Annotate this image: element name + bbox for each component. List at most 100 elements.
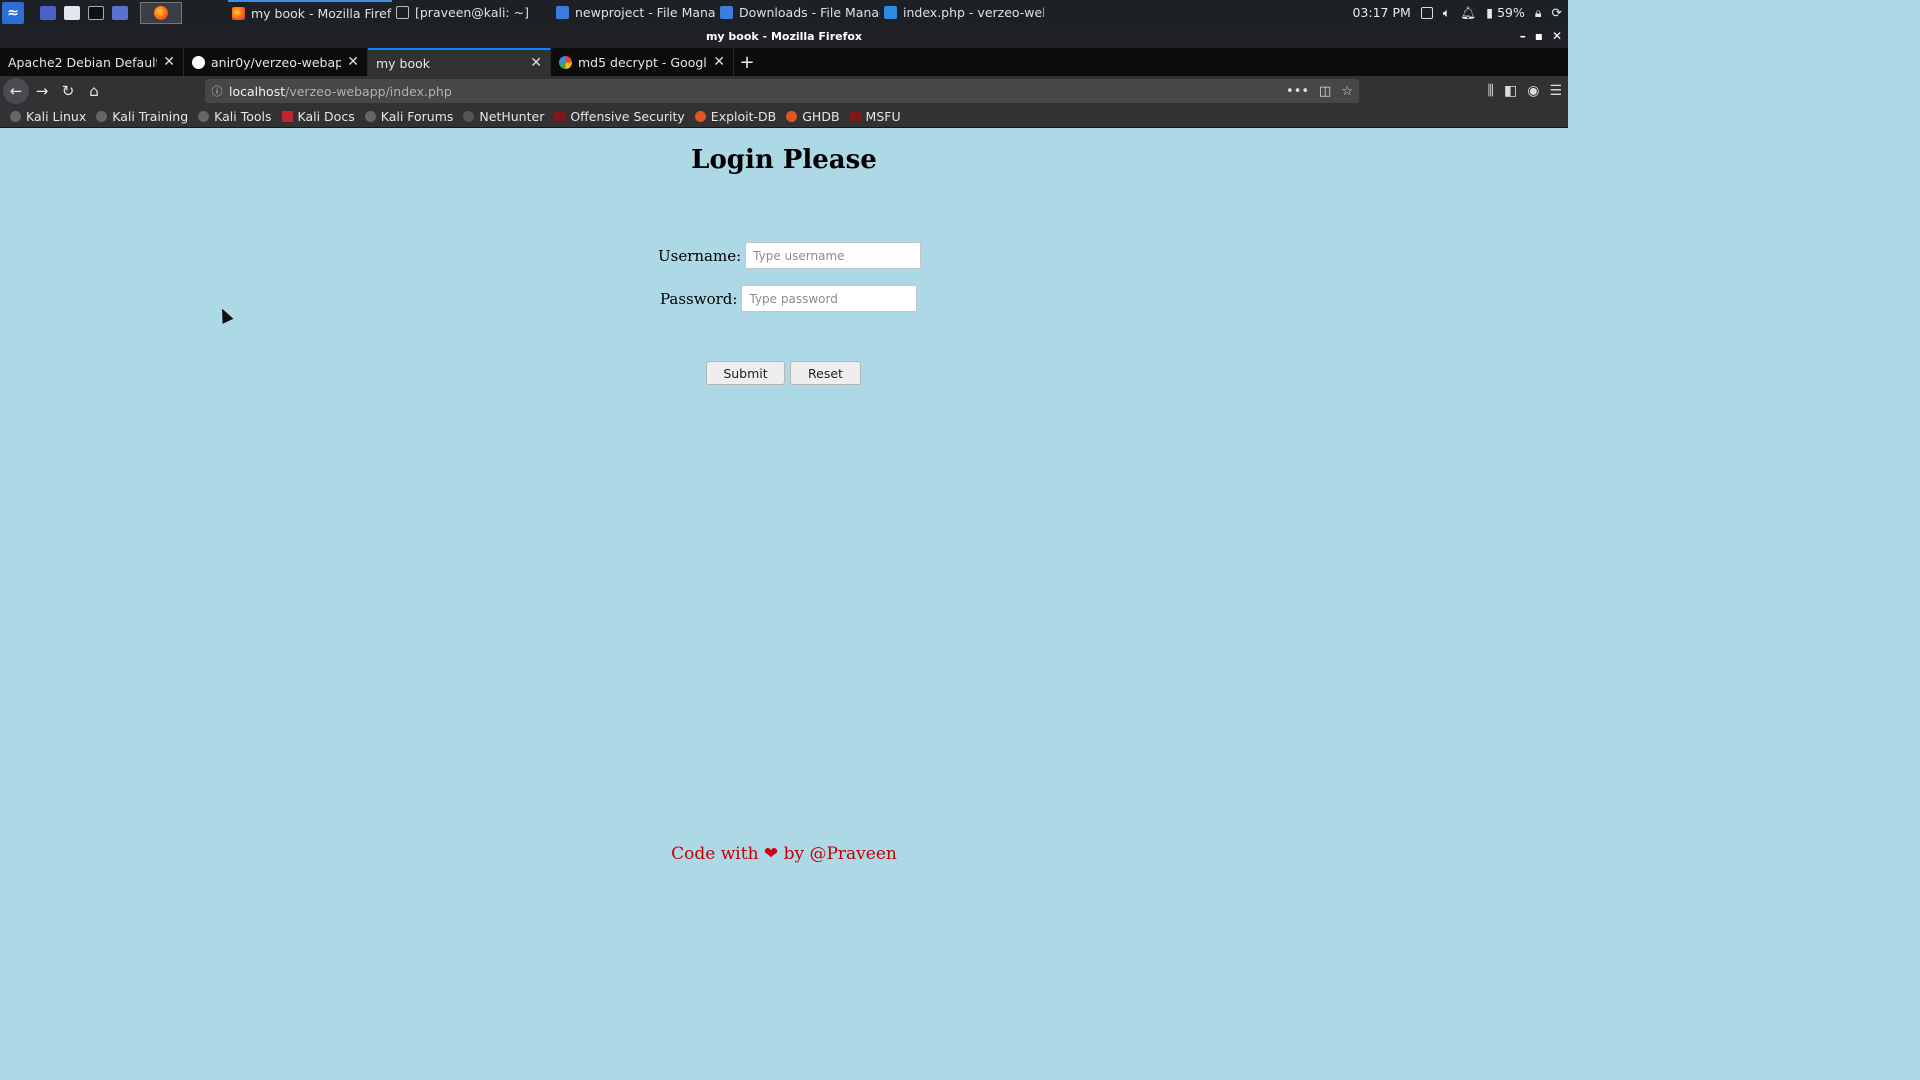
power-icon[interactable]: ⟳ [1552, 5, 1562, 20]
footer-credit: Code with ❤ by @Praveen [0, 844, 1568, 864]
offsec-icon [554, 111, 566, 122]
bookmark-label: NetHunter [479, 109, 545, 124]
bookmark-exploit-db[interactable]: Exploit-DB [694, 109, 776, 124]
window-title: my book - Mozilla Firefox [705, 30, 863, 43]
password-row: Password: [660, 285, 918, 312]
back-button[interactable]: ← [3, 78, 29, 104]
bookmark-kali-forums[interactable]: Kali Forums [364, 109, 454, 124]
new-tab-button[interactable]: + [734, 48, 760, 76]
msfu-icon [849, 111, 861, 122]
notification-bell-icon[interactable]: 🔔︎ [1460, 5, 1476, 21]
recorder-icon [112, 5, 128, 20]
bookmark-label: Kali Tools [214, 109, 272, 124]
clock[interactable]: 03:17 PM [1352, 5, 1410, 20]
tab-my-book[interactable]: my book ✕ [368, 48, 551, 76]
library-icon[interactable]: ⫼ [1488, 83, 1494, 99]
folder-icon [64, 5, 80, 20]
close-tab-icon[interactable]: ✕ [713, 54, 725, 70]
show-desktop-button[interactable] [36, 0, 60, 25]
task-file-manager-1[interactable]: newproject - File Manag... [552, 0, 716, 25]
nethunter-icon [463, 111, 475, 122]
tab-github[interactable]: anir0y/verzeo-webapp: S ✕ [184, 48, 368, 76]
sidebar-icon[interactable]: ◧ [1504, 83, 1517, 99]
firefox-icon [154, 5, 168, 20]
tab-apache-default[interactable]: Apache2 Debian Default Pa ✕ [0, 48, 184, 76]
desktop-icon [40, 5, 56, 20]
kali-icon [96, 111, 108, 122]
forward-button[interactable]: → [29, 78, 55, 104]
task-label: [praveen@kali: ~] [415, 5, 529, 20]
bookmark-nethunter[interactable]: NetHunter [463, 109, 544, 124]
maximize-icon[interactable]: ▪ [1535, 25, 1543, 48]
volume-icon[interactable]: 🔈︎ [1443, 5, 1451, 21]
tab-label: Apache2 Debian Default Pa [8, 54, 158, 70]
docs-icon [281, 111, 293, 122]
file-manager-launcher[interactable] [60, 0, 84, 25]
bookmark-ghdb[interactable]: GHDB [786, 109, 840, 124]
window-titlebar: my book - Mozilla Firefox – ▪ ✕ [0, 25, 1568, 48]
bookmark-kali-tools[interactable]: Kali Tools [198, 109, 272, 124]
page-actions-icon[interactable]: ••• [1286, 84, 1309, 99]
submit-button[interactable]: Submit [706, 361, 785, 385]
screen-recorder-launcher[interactable] [108, 0, 132, 25]
site-info-icon[interactable]: ⓘ [205, 83, 229, 99]
toolbar-right: ⫼ ◧ ◉ ☰ [1488, 76, 1562, 106]
minimize-icon[interactable]: – [1520, 25, 1526, 48]
url-text[interactable]: localhost/verzeo-webapp/index.php [229, 84, 452, 99]
tab-strip: Apache2 Debian Default Pa ✕ anir0y/verzeo… [0, 48, 1568, 76]
task-firefox[interactable]: my book - Mozilla Firefox [228, 0, 392, 25]
terminal-launcher[interactable] [84, 0, 108, 25]
bookmark-label: Offensive Security [570, 109, 685, 124]
close-tab-icon[interactable]: ✕ [163, 54, 175, 70]
task-label: Downloads - File Manag... [739, 5, 880, 20]
bookmark-kali-linux[interactable]: Kali Linux [10, 109, 86, 124]
bookmark-label: GHDB [802, 109, 840, 124]
close-tab-icon[interactable]: ✕ [347, 54, 359, 70]
google-icon [559, 55, 572, 69]
taskbar: my book - Mozilla Firefox [praveen@kali:… [228, 0, 1044, 25]
battery-percent: 59% [1497, 5, 1525, 20]
close-icon[interactable]: ✕ [1552, 25, 1562, 48]
hamburger-menu-icon[interactable]: ☰ [1549, 83, 1562, 99]
reload-button[interactable]: ↻ [55, 78, 81, 104]
url-host: localhost [229, 83, 286, 99]
close-tab-icon[interactable]: ✕ [530, 55, 542, 71]
bookmark-kali-docs[interactable]: Kali Docs [281, 109, 355, 124]
terminal-icon [396, 6, 409, 19]
page-title: Login Please [691, 145, 877, 175]
desktop-panel: ≈ my book - Mozilla Firefox [praveen@kal… [0, 0, 1568, 25]
bookmark-star-icon[interactable]: ☆ [1341, 84, 1353, 99]
task-terminal[interactable]: [praveen@kali: ~] [392, 0, 552, 25]
url-bar[interactable]: ⓘ localhost/verzeo-webapp/index.php ••• … [205, 79, 1359, 103]
password-label: Password: [660, 289, 738, 308]
task-file-manager-2[interactable]: Downloads - File Manag... [716, 0, 880, 25]
github-icon [192, 55, 205, 69]
username-input[interactable] [745, 242, 922, 269]
kali-menu-button[interactable]: ≈ [0, 0, 24, 25]
kali-icon [198, 111, 210, 122]
bookmark-label: Kali Forums [380, 109, 454, 124]
bookmark-label: MSFU [865, 109, 901, 124]
vscode-icon [884, 6, 897, 19]
folder-icon [556, 6, 569, 19]
bookmark-offensive-security[interactable]: Offensive Security [554, 109, 685, 124]
task-vscode[interactable]: index.php - verzeo-web... [880, 0, 1044, 25]
heart-icon: ❤ [763, 844, 779, 864]
password-input[interactable] [741, 285, 918, 312]
tab-google-search[interactable]: md5 decrypt - Google Se ✕ [551, 48, 734, 76]
pocket-icon[interactable]: ◫ [1319, 84, 1331, 99]
lock-icon[interactable]: 🔒︎ [1535, 5, 1542, 21]
tab-label: my book [376, 55, 431, 71]
reset-button[interactable]: Reset [790, 361, 861, 385]
page-content: Login Please Username: Password: Submit … [0, 129, 1568, 882]
bookmarks-toolbar: Kali Linux Kali Training Kali Tools Kali… [0, 106, 1568, 128]
tab-label: anir0y/verzeo-webapp: S [211, 54, 342, 70]
display-icon[interactable] [1420, 6, 1433, 19]
bookmark-kali-training[interactable]: Kali Training [96, 109, 188, 124]
battery-indicator[interactable]: ▮ 59% [1486, 5, 1525, 20]
account-icon[interactable]: ◉ [1527, 83, 1539, 99]
ghdb-icon [786, 111, 798, 122]
bookmark-msfu[interactable]: MSFU [849, 109, 901, 124]
home-button[interactable]: ⌂ [81, 78, 107, 104]
firefox-launcher[interactable] [140, 1, 182, 24]
